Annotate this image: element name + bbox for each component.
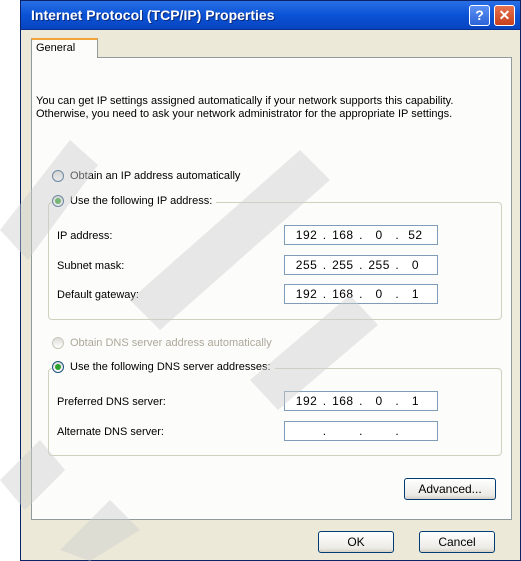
octet: 255 xyxy=(295,258,318,272)
description-text: You can get IP settings assigned automat… xyxy=(36,95,454,120)
help-icon[interactable]: ? xyxy=(469,5,490,26)
use-following-ip-radio[interactable]: Use the following IP address: xyxy=(52,195,217,207)
octet: 192 xyxy=(295,287,318,301)
alternate-dns-input[interactable]: . . . xyxy=(284,421,438,441)
ip-address-label: IP address: xyxy=(57,230,113,242)
radio-label: Obtain DNS server address automatically xyxy=(70,337,272,349)
default-gateway-label: Default gateway: xyxy=(57,289,139,301)
octet: 168 xyxy=(332,228,354,242)
radio-icon xyxy=(52,337,64,349)
radio-selected-icon xyxy=(52,195,64,207)
octet: 0 xyxy=(375,394,383,408)
ip-address-input[interactable]: 192. 168. 0. 52 xyxy=(284,225,438,245)
dns-server-group xyxy=(48,368,502,456)
radio-label: Obtain an IP address automatically xyxy=(70,170,241,182)
radio-selected-icon xyxy=(52,361,64,373)
ok-button[interactable]: OK xyxy=(318,531,394,553)
advanced-button[interactable]: Advanced... xyxy=(404,478,496,500)
octet: 192 xyxy=(295,394,318,408)
octet: 1 xyxy=(411,287,419,301)
obtain-dns-automatically-radio[interactable]: Obtain DNS server address automatically xyxy=(52,337,276,349)
use-following-dns-radio[interactable]: Use the following DNS server addresses: xyxy=(52,361,275,373)
octet: 168 xyxy=(332,394,354,408)
octet: 168 xyxy=(332,287,354,301)
alternate-dns-label: Alternate DNS server: xyxy=(57,426,164,438)
octet: 192 xyxy=(295,228,318,242)
cancel-button[interactable]: Cancel xyxy=(419,531,495,553)
octet: 0 xyxy=(411,258,419,272)
tcpip-properties-dialog: Internet Protocol (TCP/IP) Properties ? … xyxy=(20,0,521,561)
octet: 1 xyxy=(411,394,419,408)
obtain-ip-automatically-radio[interactable]: Obtain an IP address automatically xyxy=(52,170,245,182)
octet: 0 xyxy=(375,287,383,301)
subnet-mask-input[interactable]: 255. 255. 255. 0 xyxy=(284,255,438,275)
octet: 255 xyxy=(368,258,390,272)
radio-label: Use the following DNS server addresses: xyxy=(70,361,271,373)
subnet-mask-label: Subnet mask: xyxy=(57,260,125,272)
octet: 255 xyxy=(332,258,354,272)
octet: 52 xyxy=(408,228,423,242)
general-panel: You can get IP settings assigned automat… xyxy=(31,57,512,520)
preferred-dns-input[interactable]: 192. 168. 0. 1 xyxy=(284,391,438,411)
radio-label: Use the following IP address: xyxy=(70,195,213,207)
octet: 0 xyxy=(375,228,383,242)
default-gateway-input[interactable]: 192. 168. 0. 1 xyxy=(284,284,438,304)
preferred-dns-label: Preferred DNS server: xyxy=(57,396,166,408)
tab-general[interactable]: General xyxy=(31,38,98,58)
title-bar[interactable]: Internet Protocol (TCP/IP) Properties ? … xyxy=(21,1,520,30)
window-title: Internet Protocol (TCP/IP) Properties xyxy=(31,7,275,23)
close-icon[interactable]: ✕ xyxy=(494,5,515,26)
radio-icon xyxy=(52,170,64,182)
